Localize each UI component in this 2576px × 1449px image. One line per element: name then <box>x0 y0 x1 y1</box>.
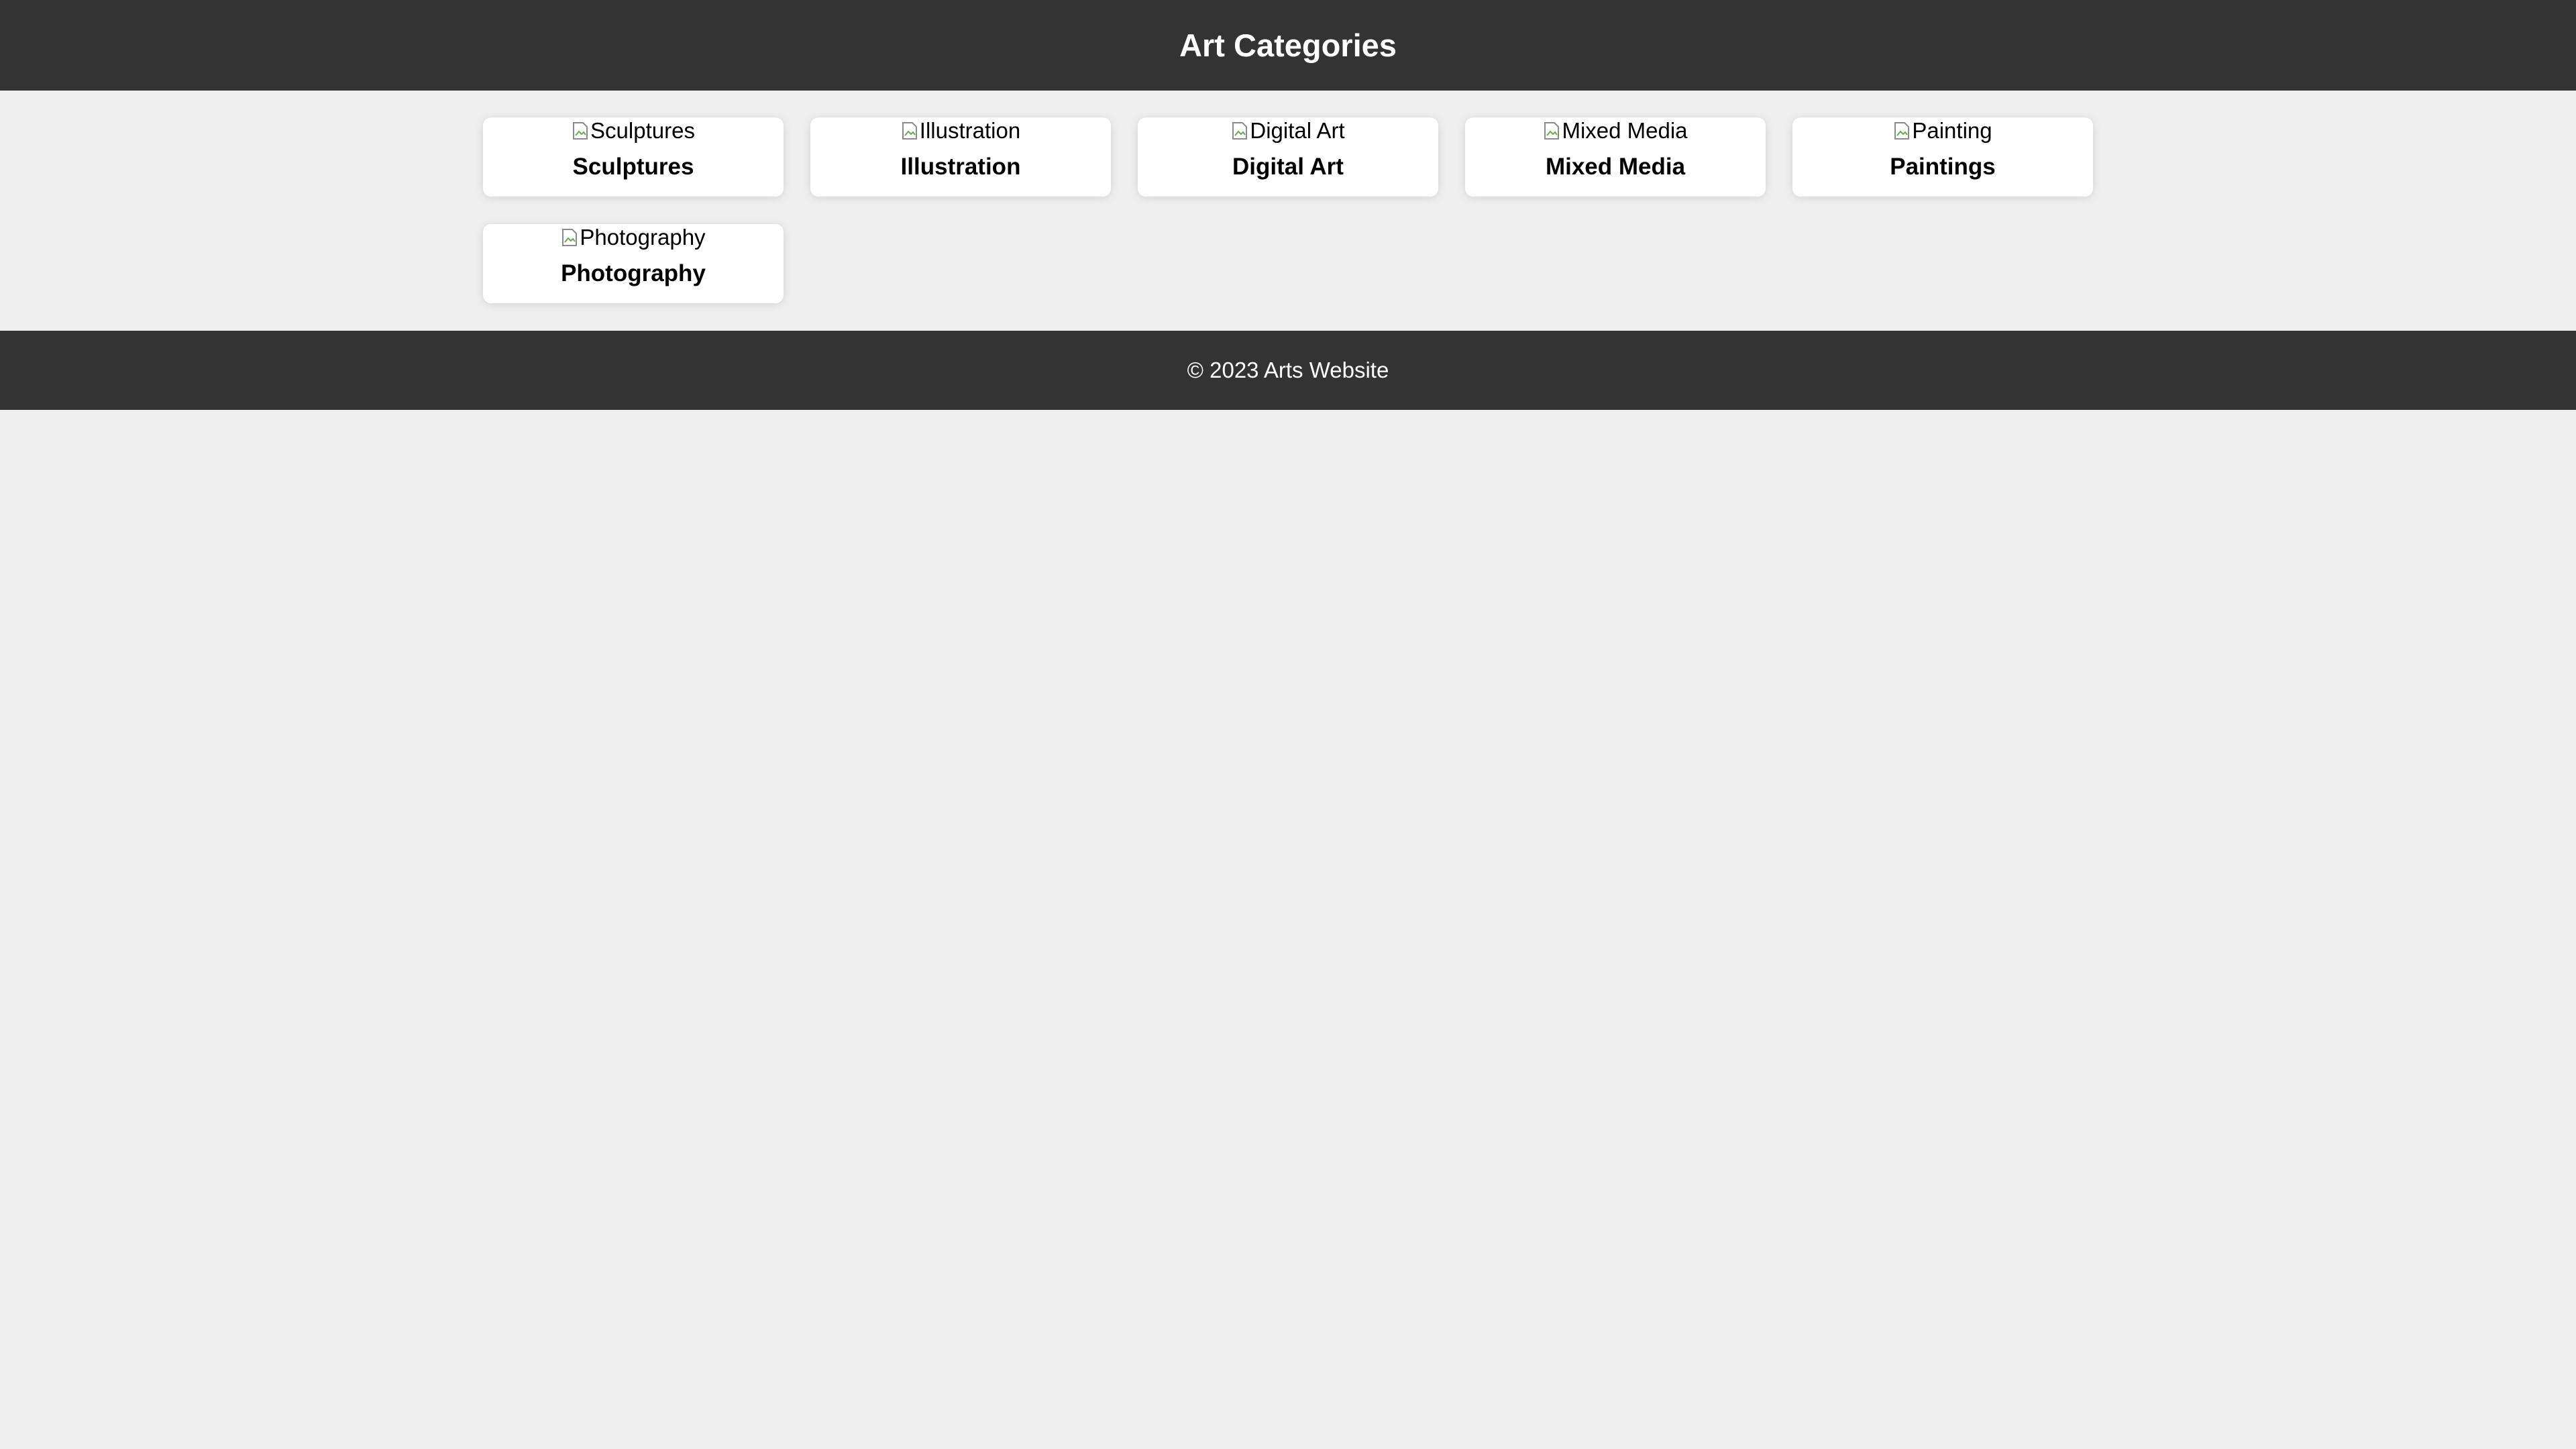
category-card-paintings[interactable]: Painting Paintings <box>1792 117 2093 197</box>
category-image-alt: Sculptures <box>590 118 695 143</box>
category-title: Photography <box>561 260 706 286</box>
category-image-alt: Photography <box>580 225 706 250</box>
category-title: Digital Art <box>1232 154 1344 180</box>
category-image: Sculptures <box>572 117 695 144</box>
category-image: Photography <box>561 224 706 251</box>
category-card-illustration[interactable]: Illustration Illustration <box>810 117 1111 197</box>
broken-image-icon <box>1543 121 1560 141</box>
category-grid: Sculptures Sculptures Illustration Illus… <box>0 91 2576 331</box>
broken-image-icon <box>572 121 589 141</box>
category-title: Sculptures <box>572 154 694 180</box>
category-title: Mixed Media <box>1545 154 1686 180</box>
category-card-photography[interactable]: Photography Photography <box>483 224 784 303</box>
category-card-mixed-media[interactable]: Mixed Media Mixed Media <box>1465 117 1766 197</box>
site-footer: © 2023 Arts Website <box>0 331 2576 410</box>
category-image-alt: Illustration <box>919 118 1021 143</box>
category-image-alt: Digital Art <box>1250 118 1345 143</box>
broken-image-icon <box>901 121 918 141</box>
category-image-alt: Painting <box>1912 118 1992 143</box>
broken-image-icon <box>1231 121 1248 141</box>
category-image: Digital Art <box>1231 117 1345 144</box>
category-card-digital-art[interactable]: Digital Art Digital Art <box>1138 117 1438 197</box>
category-image: Painting <box>1893 117 1992 144</box>
category-card-sculptures[interactable]: Sculptures Sculptures <box>483 117 784 197</box>
copyright-text: © 2023 Arts Website <box>1187 358 1389 382</box>
category-image-alt: Mixed Media <box>1562 118 1688 143</box>
category-title: Illustration <box>900 154 1021 180</box>
page-title: Art Categories <box>1179 28 1397 63</box>
broken-image-icon <box>1893 121 1911 141</box>
category-title: Paintings <box>1890 154 1996 180</box>
site-header: Art Categories <box>0 0 2576 91</box>
broken-image-icon <box>561 227 578 248</box>
category-image: Illustration <box>901 117 1020 144</box>
category-image: Mixed Media <box>1543 117 1688 144</box>
